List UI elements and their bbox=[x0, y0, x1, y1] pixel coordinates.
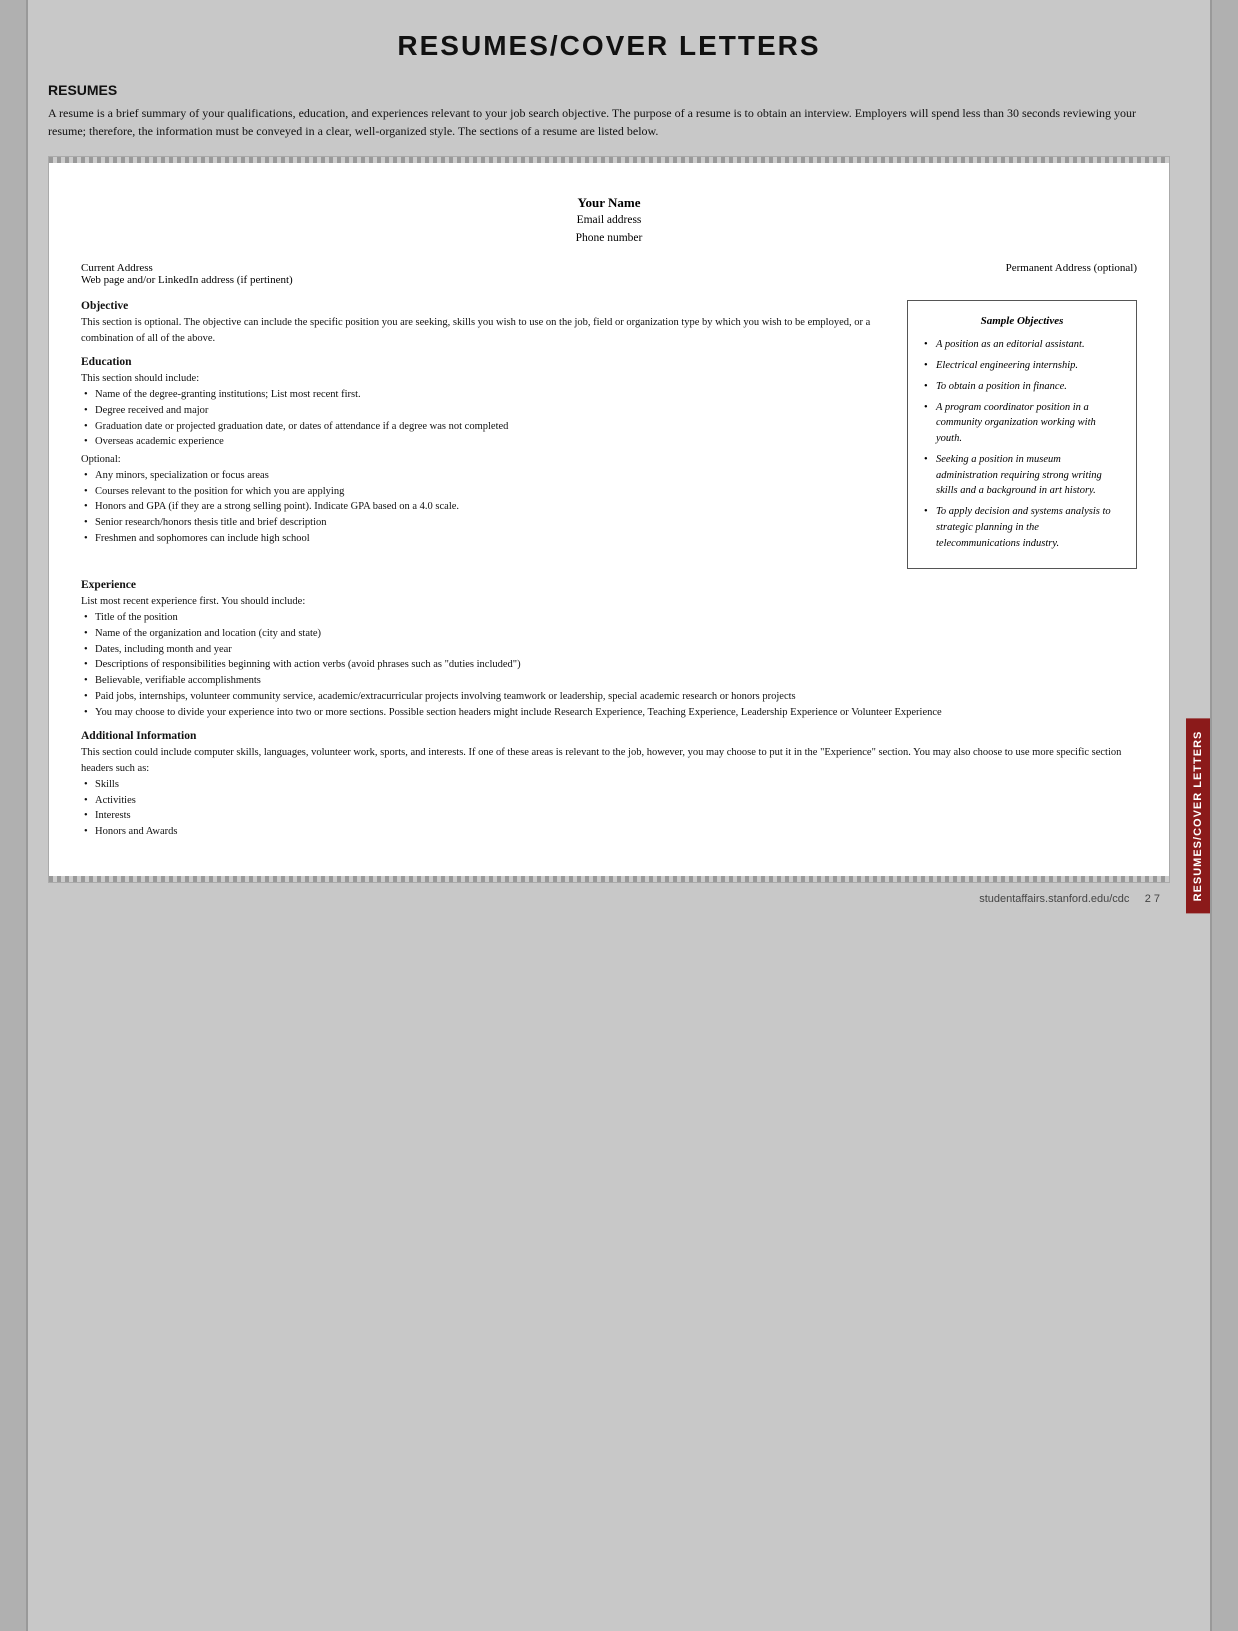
vertical-tab: RESUMES/COVER LETTERS bbox=[1186, 718, 1210, 913]
right-decorative-strip bbox=[1210, 0, 1238, 1631]
resume-name: Your Name bbox=[81, 195, 1137, 211]
list-item: Senior research/honors thesis title and … bbox=[81, 515, 891, 531]
footer-url: studentaffairs.stanford.edu/cdc bbox=[979, 893, 1129, 905]
experience-title: Experience bbox=[81, 579, 1137, 591]
intro-paragraph: A resume is a brief summary of your qual… bbox=[48, 104, 1170, 140]
additional-info-title: Additional Information bbox=[81, 730, 1137, 742]
experience-section: Experience List most recent experience f… bbox=[81, 579, 1137, 720]
education-section: Education This section should include: N… bbox=[81, 356, 891, 546]
right-tab-area: RESUMES/COVER LETTERS bbox=[1190, 0, 1238, 1631]
list-item: Graduation date or projected graduation … bbox=[81, 419, 891, 435]
list-item: Dates, including month and year bbox=[81, 642, 1137, 658]
list-item: You may choose to divide your experience… bbox=[81, 705, 1137, 721]
resume-email: Email address bbox=[81, 211, 1137, 229]
objectives-box: Sample Objectives A position as an edito… bbox=[907, 300, 1137, 570]
list-item: Name of the degree-granting institutions… bbox=[81, 387, 891, 403]
list-item: Freshmen and sophomores can include high… bbox=[81, 531, 891, 547]
page-wrapper: RESUMES/COVER LETTERS RESUMES A resume i… bbox=[0, 0, 1238, 1631]
resume-phone: Phone number bbox=[81, 229, 1137, 247]
list-item: Honors and GPA (if they are a strong sel… bbox=[81, 499, 891, 515]
education-title: Education bbox=[81, 356, 891, 368]
sample-objectives-col: Sample Objectives A position as an edito… bbox=[907, 300, 1137, 570]
objectives-list: A position as an editorial assistant. El… bbox=[922, 337, 1122, 551]
objective-item: Seeking a position in museum administrat… bbox=[922, 452, 1122, 499]
left-col: Objective This section is optional. The … bbox=[81, 300, 891, 570]
list-item: Courses relevant to the position for whi… bbox=[81, 484, 891, 500]
experience-list: Title of the position Name of the organi… bbox=[81, 610, 1137, 720]
list-item: Activities bbox=[81, 793, 1137, 809]
page-footer: studentaffairs.stanford.edu/cdc 2 7 bbox=[48, 893, 1170, 905]
objective-item: To apply decision and systems analysis t… bbox=[922, 504, 1122, 551]
education-required-list: Name of the degree-granting institutions… bbox=[81, 387, 891, 450]
additional-info-section: Additional Information This section coul… bbox=[81, 730, 1137, 840]
objective-section: Objective This section is optional. The … bbox=[81, 300, 891, 347]
main-content: RESUMES/COVER LETTERS RESUMES A resume i… bbox=[28, 0, 1190, 1631]
page-title: RESUMES/COVER LETTERS bbox=[48, 30, 1170, 62]
additional-info-list: Skills Activities Interests Honors and A… bbox=[81, 777, 1137, 840]
objective-item: Electrical engineering internship. bbox=[922, 358, 1122, 374]
additional-info-body: This section could include computer skil… bbox=[81, 745, 1137, 777]
doc-inner: Your Name Email address Phone number Cur… bbox=[81, 195, 1137, 850]
list-item: Honors and Awards bbox=[81, 824, 1137, 840]
education-intro: This section should include: bbox=[81, 371, 891, 387]
education-optional-list: Any minors, specialization or focus area… bbox=[81, 468, 891, 547]
web-address-label: Web page and/or LinkedIn address (if per… bbox=[81, 274, 293, 286]
list-item: Interests bbox=[81, 808, 1137, 824]
objectives-box-title: Sample Objectives bbox=[922, 313, 1122, 330]
list-item: Descriptions of responsibilities beginni… bbox=[81, 657, 1137, 673]
list-item: Overseas academic experience bbox=[81, 434, 891, 450]
permanent-address-label: Permanent Address (optional) bbox=[1006, 262, 1137, 286]
list-item: Title of the position bbox=[81, 610, 1137, 626]
doc-bottom-border bbox=[49, 876, 1169, 882]
optional-label: Optional: bbox=[81, 452, 891, 468]
experience-intro: List most recent experience first. You s… bbox=[81, 594, 1137, 610]
objective-item: A program coordinator position in a comm… bbox=[922, 400, 1122, 447]
list-item: Paid jobs, internships, volunteer commun… bbox=[81, 689, 1137, 705]
list-item: Degree received and major bbox=[81, 403, 891, 419]
list-item: Name of the organization and location (c… bbox=[81, 626, 1137, 642]
left-decorative-bar bbox=[0, 0, 28, 1631]
doc-top-border bbox=[49, 157, 1169, 163]
two-col-section: Objective This section is optional. The … bbox=[81, 300, 1137, 570]
objective-item: To obtain a position in finance. bbox=[922, 379, 1122, 395]
resumes-heading: RESUMES bbox=[48, 82, 1170, 98]
page-number: 2 7 bbox=[1145, 893, 1160, 905]
resume-header: Your Name Email address Phone number bbox=[81, 195, 1137, 248]
list-item: Any minors, specialization or focus area… bbox=[81, 468, 891, 484]
current-address-label: Current Address bbox=[81, 262, 293, 274]
address-row: Current Address Web page and/or LinkedIn… bbox=[81, 262, 1137, 286]
document-area: Your Name Email address Phone number Cur… bbox=[48, 156, 1170, 883]
objective-item: A position as an editorial assistant. bbox=[922, 337, 1122, 353]
objective-title: Objective bbox=[81, 300, 891, 312]
address-left: Current Address Web page and/or LinkedIn… bbox=[81, 262, 293, 286]
list-item: Skills bbox=[81, 777, 1137, 793]
list-item: Believable, verifiable accomplishments bbox=[81, 673, 1137, 689]
objective-body: This section is optional. The objective … bbox=[81, 315, 891, 347]
